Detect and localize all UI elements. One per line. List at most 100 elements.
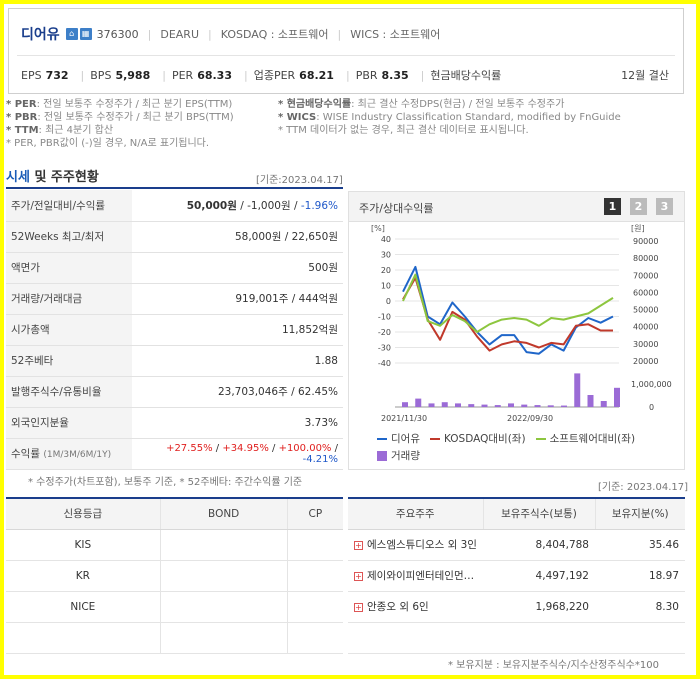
- metric-bps: BPS 5,988: [90, 68, 151, 82]
- y-tick-right: 80000: [633, 254, 658, 263]
- section-title: 시세 및 주주현황: [6, 170, 99, 185]
- expand-icon[interactable]: +: [354, 571, 363, 581]
- y-tick-left: 10: [381, 282, 391, 291]
- table-row: KIS: [6, 529, 343, 561]
- table-row: 액면가 500원: [6, 252, 343, 284]
- volume-bar: [415, 398, 422, 407]
- y-tick-right: 30000: [633, 340, 658, 349]
- note-ttm: * TTM: 최근 4분기 합산: [6, 125, 114, 136]
- volume-bar: [534, 405, 541, 407]
- column-header: 보유지분(%): [595, 498, 685, 530]
- credit-table: 신용등급 BOND CP KIS KR NICE: [6, 497, 343, 654]
- stock-code: 376300: [96, 27, 139, 41]
- y-tick-left: 40: [381, 235, 391, 244]
- table-row: 발행주식수/유통비율 23,703,046주 / 62.45%: [6, 376, 343, 408]
- price-table: 주가/전일대비/수익률 50,000원 / -1,000원 / -1.96% 5…: [6, 190, 343, 470]
- expand-icon[interactable]: +: [354, 540, 363, 550]
- column-header: 주요주주: [348, 498, 484, 530]
- column-header: 신용등급: [6, 498, 161, 530]
- table-row: KR: [6, 560, 343, 592]
- volume-bar: [468, 404, 475, 407]
- volume-bar: [481, 404, 488, 407]
- table-row: NICE: [6, 591, 343, 623]
- english-name: DEARU: [160, 27, 199, 41]
- notes-right: * 현금배당수익률: 최근 결산 수정DPS(현금) / 전일 보통주 수정주가…: [278, 98, 621, 137]
- chart-page-1[interactable]: 1: [604, 198, 621, 215]
- home-icon[interactable]: ⌂: [65, 28, 78, 40]
- table-row: [6, 622, 343, 654]
- y-tick-left: -30: [378, 344, 391, 353]
- chart-page-3[interactable]: 3: [656, 198, 673, 215]
- volume-bar: [600, 401, 607, 407]
- y-tick-left: 20: [381, 266, 391, 275]
- series-line-0: [402, 265, 614, 355]
- volume-bar: [561, 405, 567, 407]
- volume-bar: [587, 395, 594, 407]
- column-header: 보유주식수(보통): [483, 498, 596, 530]
- chart-page-2[interactable]: 2: [630, 198, 647, 215]
- left-axis-unit: [%]: [371, 224, 385, 233]
- y-tick-left: 0: [386, 297, 391, 306]
- table-row: [348, 622, 685, 654]
- metric-eps: EPS 732: [21, 68, 69, 82]
- legend-swatch-volume: [377, 450, 387, 461]
- column-header: BOND: [160, 498, 288, 530]
- y-tick-right: 40000: [633, 323, 658, 332]
- table-row: 수익률 (1M/3M/6M/1Y) +27.55% / +34.95% / +1…: [6, 438, 343, 470]
- table-header-row: 주요주주 보유주식수(보통) 보유지분(%): [348, 498, 685, 530]
- table-row: 52Weeks 최고/최저 58,000원 / 22,650원: [6, 221, 343, 253]
- volume-bar: [547, 405, 554, 407]
- table-row: 52주베타 1.88: [6, 345, 343, 377]
- table-row: + 에스엠스튜디오스 외 3인 8,404,788 35.46: [348, 529, 685, 561]
- holders-footnote: * 보유지분 : 보유지분주식수/지수산정주식수*100: [448, 660, 659, 671]
- legend-swatch-deaRU: [377, 437, 387, 440]
- y-tick-left: 30: [381, 251, 391, 260]
- metric-per: PER 68.33: [171, 68, 232, 82]
- building-icon[interactable]: ▦: [79, 28, 92, 40]
- table-row: 주가/전일대비/수익률 50,000원 / -1,000원 / -1.96%: [6, 190, 343, 222]
- table-row: + 안종오 외 6인 1,968,220 8.30: [348, 591, 685, 623]
- x-tick-label: 2022/09/30: [507, 414, 553, 423]
- right-axis-unit: [원]: [631, 224, 645, 233]
- y-tick-left: -20: [378, 328, 391, 337]
- section-underline: [6, 187, 343, 189]
- note-dividend: * 현금배당수익률: 최근 결산 수정DPS(현금) / 전일 보통주 수정주가: [278, 99, 565, 110]
- metric-dividend-yield: 현금배당수익률: [430, 69, 502, 82]
- legend-swatch-kosdaq: [429, 437, 440, 440]
- x-tick-label: 2021/11/30: [381, 414, 427, 423]
- metrics-row: EPS 732 | BPS 5,988 | PER 68.33 | 업종PER 68.2…: [21, 68, 669, 83]
- table-header-row: 신용등급 BOND CP: [6, 498, 343, 530]
- y-tick-right: 20000: [633, 357, 658, 366]
- settlement-month: 12월 결산: [621, 69, 669, 82]
- volume-bar: [494, 405, 501, 407]
- holders-table: 주요주주 보유주식수(보통) 보유지분(%) + 에스엠스튜디오스 외 3인 8,…: [348, 497, 685, 654]
- company-name[interactable]: 디어유: [21, 24, 60, 44]
- y-tick-right: 70000: [633, 271, 658, 280]
- volume-bar: [455, 403, 461, 407]
- table-row: + 제이와이피엔터테인먼… 4,497,192 18.97: [348, 560, 685, 592]
- volume-bar: [614, 387, 620, 407]
- chart-panel-header: 주가/상대수익률 1 2 3: [349, 192, 684, 222]
- notes-left: * PER: 전일 보통주 수정주가 / 최근 분기 EPS(TTM) * PB…: [6, 98, 234, 150]
- wics-sector: WICS : 소프트웨어: [350, 28, 441, 41]
- y-tick-right: 60000: [633, 288, 658, 297]
- note-ttm-missing: * TTM 데이터가 없는 경우, 최근 결산 데이터로 표시됩니다.: [278, 125, 529, 136]
- chart-panel-title: 주가/상대수익률: [359, 202, 434, 215]
- volume-bar: [402, 402, 408, 407]
- price-footnote: * 수정주가(차트포함), 보통주 기준, * 52주베타: 주간수익률 기준: [28, 477, 303, 488]
- volume-bar: [441, 402, 448, 407]
- legend-swatch-software: [535, 437, 546, 440]
- metric-sector-per: 업종PER 68.21: [253, 69, 334, 82]
- note-pbr: * PBR: 전일 보통주 수정주가 / 최근 분기 BPS(TTM): [6, 112, 234, 123]
- chart-legend-volume: 거래량: [377, 448, 420, 463]
- note-wics: * WICS: WISE Industry Classification Sta…: [278, 112, 621, 123]
- column-header: CP: [287, 498, 343, 530]
- expand-icon[interactable]: +: [354, 602, 363, 612]
- market-sector: KOSDAQ : 소프트웨어: [220, 28, 329, 41]
- table-row: 시가총액 11,852억원: [6, 314, 343, 346]
- note-na: * PER, PBR값이 (-)일 경우, N/A로 표기됩니다.: [6, 138, 210, 149]
- volume-tick: 0: [649, 403, 654, 412]
- y-tick-left: -10: [378, 313, 391, 322]
- company-header: 디어유 ⌂ ▦ 376300 | DEARU | KOSDAQ : 소프트웨어 …: [8, 8, 684, 94]
- table-row: 외국인지분율 3.73%: [6, 407, 343, 439]
